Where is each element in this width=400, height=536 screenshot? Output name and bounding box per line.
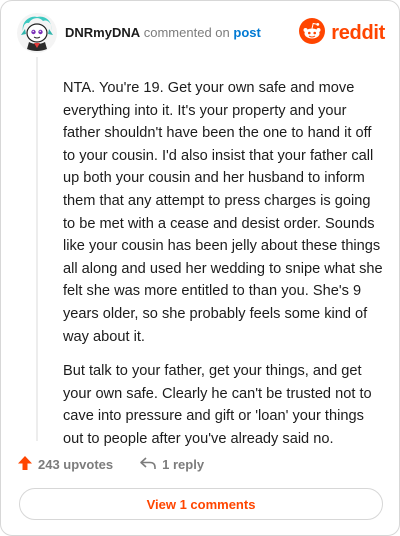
comment-actions: 243 upvotes 1 reply (17, 453, 204, 475)
reddit-brand[interactable]: reddit (299, 17, 385, 49)
comment-meta: DNRmyDNA commented on post (65, 25, 261, 41)
commented-on-text: commented on (143, 25, 230, 40)
comment-body: NTA. You're 19. Get your own safe and mo… (63, 77, 385, 463)
post-link[interactable]: post (233, 25, 260, 40)
view-comments-button[interactable]: View 1 comments (19, 488, 383, 520)
author-name[interactable]: DNRmyDNA (65, 25, 140, 40)
comment-header: DNRmyDNA commented on post reddit (17, 13, 385, 53)
comment-card: DNRmyDNA commented on post reddit NTA. Y… (0, 0, 400, 536)
comment-paragraph: But talk to your father, get your things… (63, 363, 372, 447)
reply-arrow-icon (139, 455, 157, 474)
reddit-wordmark: reddit (331, 21, 385, 44)
reddit-logo-icon (299, 17, 326, 49)
comment-paragraph: NTA. You're 19. Get your own safe and mo… (63, 80, 383, 345)
reply-button[interactable]: 1 reply (139, 455, 204, 474)
upvote-arrow-icon (17, 455, 33, 474)
upvote-button[interactable]: 243 upvotes (17, 455, 113, 474)
upvote-count: 243 upvotes (38, 456, 114, 472)
reply-count: 1 reply (162, 456, 205, 472)
snoo-avatar-icon[interactable] (17, 13, 57, 53)
thread-line (36, 57, 38, 441)
